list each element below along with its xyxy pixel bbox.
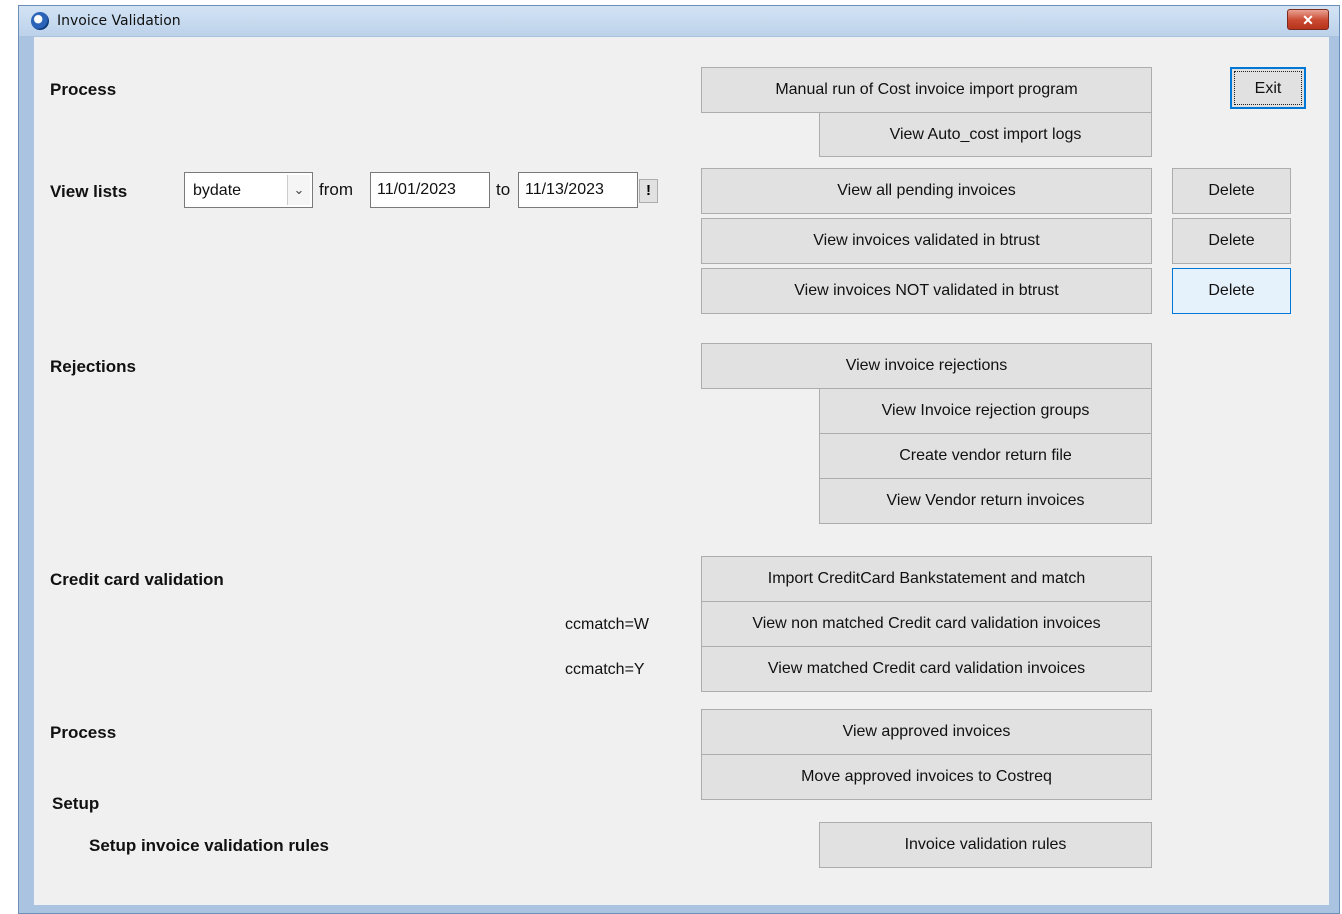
process-heading: Process xyxy=(50,80,117,99)
invoice-validation-window: Invoice Validation ✕ Process Manual run … xyxy=(18,5,1340,914)
import-creditcard-statement-button[interactable]: Import CreditCard Bankstatement and matc… xyxy=(701,556,1152,602)
credit-card-validation-heading: Credit card validation xyxy=(50,570,224,589)
setup-rules-heading: Setup invoice validation rules xyxy=(89,836,329,855)
client-area: Process Manual run of Cost invoice impor… xyxy=(34,37,1329,905)
from-label: from xyxy=(319,180,353,199)
process-approval-heading: Process xyxy=(50,723,117,742)
manual-run-import-button[interactable]: Manual run of Cost invoice import progra… xyxy=(701,67,1152,113)
ccmatch-w-label: ccmatch=W xyxy=(565,616,650,633)
view-invoice-rejections-button[interactable]: View invoice rejections xyxy=(701,343,1152,389)
view-not-validated-invoices-button[interactable]: View invoices NOT validated in btrust xyxy=(701,268,1152,314)
delete-pending-button[interactable]: Delete xyxy=(1172,168,1291,214)
rejections-heading: Rejections xyxy=(50,357,136,376)
app-icon xyxy=(31,12,49,30)
list-mode-value: bydate xyxy=(193,182,242,199)
list-mode-select[interactable]: bydate ⌄ xyxy=(184,172,313,208)
apply-date-range-button[interactable]: ! xyxy=(639,179,658,203)
create-vendor-return-file-button[interactable]: Create vendor return file xyxy=(819,433,1152,479)
invoice-validation-rules-button[interactable]: Invoice validation rules xyxy=(819,822,1152,868)
delete-validated-button[interactable]: Delete xyxy=(1172,218,1291,264)
title-bar: Invoice Validation ✕ xyxy=(19,6,1339,36)
view-lists-heading: View lists xyxy=(50,182,128,201)
view-validated-invoices-button[interactable]: View invoices validated in btrust xyxy=(701,218,1152,264)
view-non-matched-cc-invoices-button[interactable]: View non matched Credit card validation … xyxy=(701,601,1152,647)
exit-button[interactable]: Exit xyxy=(1230,67,1306,109)
ccmatch-y-label: ccmatch=Y xyxy=(565,661,645,678)
view-matched-cc-invoices-button[interactable]: View matched Credit card validation invo… xyxy=(701,646,1152,692)
view-approved-invoices-button[interactable]: View approved invoices xyxy=(701,709,1152,755)
window-title: Invoice Validation xyxy=(57,13,181,29)
close-button[interactable]: ✕ xyxy=(1287,9,1329,30)
move-approved-to-costreq-button[interactable]: Move approved invoices to Costreq xyxy=(701,754,1152,800)
to-date-field[interactable]: 11/13/2023 xyxy=(518,172,638,208)
exit-button-label: Exit xyxy=(1234,71,1302,105)
view-vendor-return-invoices-button[interactable]: View Vendor return invoices xyxy=(819,478,1152,524)
view-import-logs-button[interactable]: View Auto_cost import logs xyxy=(819,112,1152,157)
to-label: to xyxy=(496,180,511,199)
setup-heading: Setup xyxy=(52,794,100,813)
chevron-down-icon[interactable]: ⌄ xyxy=(287,175,310,205)
from-date-field[interactable]: 11/01/2023 xyxy=(370,172,490,208)
view-rejection-groups-button[interactable]: View Invoice rejection groups xyxy=(819,388,1152,434)
view-pending-invoices-button[interactable]: View all pending invoices xyxy=(701,168,1152,214)
delete-not-validated-button[interactable]: Delete xyxy=(1172,268,1291,314)
